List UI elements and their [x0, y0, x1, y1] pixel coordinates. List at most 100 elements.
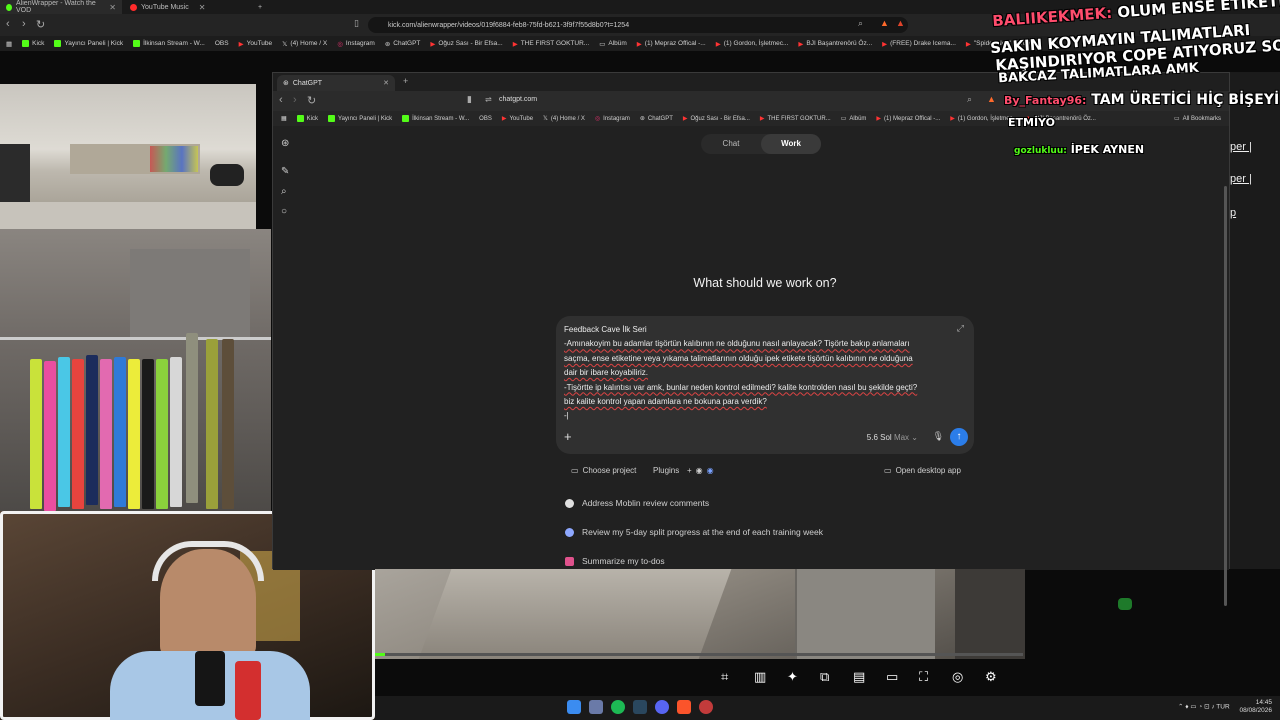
- apps-icon[interactable]: ▦: [6, 40, 12, 48]
- model-tier: Max: [893, 433, 910, 442]
- forward-icon[interactable]: ›: [22, 18, 26, 30]
- brave-rewards-icon[interactable]: ▲: [896, 18, 905, 28]
- bookmark-item[interactable]: Kick: [22, 40, 44, 47]
- bookmark-icon[interactable]: ▯: [354, 18, 359, 29]
- system-tray[interactable]: ⌃ ♦ ▭ ◔ ⊡ ♪ TUR 14:45 08/08/2026: [1178, 699, 1272, 715]
- discord-icon[interactable]: [655, 700, 669, 714]
- crop-icon[interactable]: ⌗: [721, 669, 728, 685]
- bookmark-item[interactable]: Kick: [296, 115, 318, 122]
- bookmark-item[interactable]: ◎ Instagram: [337, 40, 375, 48]
- bookmark-item[interactable]: 𝕏 (4) Home / X: [543, 115, 585, 123]
- prompt-input[interactable]: Feedback Cave İlk Seri -Amınakoyim bu ad…: [564, 323, 962, 424]
- tab-work[interactable]: Work: [761, 134, 821, 154]
- openai-logo-icon[interactable]: ⊛: [281, 138, 289, 149]
- brave-shield-icon[interactable]: ▲: [987, 94, 996, 104]
- background-link[interactable]: per |: [1230, 173, 1252, 185]
- bookmark-item[interactable]: ▶ (1) Mepraz Offical -...: [876, 115, 940, 123]
- bookmark-item[interactable]: ▶ THE FIRST GOKTUR...: [513, 40, 590, 48]
- scrollbar[interactable]: [1224, 186, 1227, 606]
- bookmark-item[interactable]: ▭ Albüm: [841, 115, 867, 123]
- background-link[interactable]: p: [1230, 207, 1236, 219]
- apps-icon[interactable]: ▦: [281, 115, 287, 122]
- steam-icon[interactable]: [633, 700, 647, 714]
- clip-icon[interactable]: ▤: [853, 669, 865, 685]
- zoom-icon[interactable]: ⌕: [967, 94, 972, 105]
- brave-shield-icon[interactable]: ▲: [880, 18, 889, 28]
- bookmark-item[interactable]: ▶ YouTube: [502, 115, 533, 123]
- bookmark-item[interactable]: ▶ THE FIRST GOKTUR...: [760, 115, 831, 123]
- plugins-button[interactable]: Plugins: [653, 466, 679, 475]
- bookmark-item[interactable]: ⊛ ChatGPT: [640, 115, 673, 123]
- windows-start-icon[interactable]: [567, 700, 581, 714]
- back-icon[interactable]: ‹: [6, 18, 10, 30]
- bookmark-item[interactable]: ▶ Oğuz Sası - Bir Efsa...: [430, 40, 502, 48]
- zoom-icon[interactable]: ⌕: [858, 18, 863, 29]
- fullscreen-icon[interactable]: ⛶: [919, 669, 928, 685]
- bookmark-item[interactable]: OBS: [215, 40, 229, 47]
- site-info-icon[interactable]: ⇌: [485, 95, 492, 104]
- sparkle-icon[interactable]: ✦: [787, 669, 798, 685]
- chat-bubble-icon[interactable]: ○: [281, 206, 287, 217]
- all-bookmarks[interactable]: ▭ All Bookmarks: [1174, 115, 1221, 123]
- gear-icon[interactable]: ⚙: [985, 669, 997, 685]
- expand-icon[interactable]: ⤢: [957, 323, 964, 334]
- chart-icon[interactable]: ▥: [754, 669, 766, 685]
- kick-chat-badge-icon[interactable]: [1118, 598, 1132, 610]
- url-field[interactable]: kick.com/alienwrapper/videos/019f6884-fe…: [368, 17, 908, 33]
- new-tab-button[interactable]: +: [403, 76, 408, 86]
- video-progress-bar[interactable]: [375, 653, 1023, 656]
- bookmark-icon[interactable]: ▮: [467, 94, 472, 105]
- bookmark-item[interactable]: ▶ (1) Mepraz Offical -...: [637, 40, 706, 48]
- new-tab-button[interactable]: +: [252, 0, 266, 14]
- input-language[interactable]: TUR: [1216, 704, 1229, 711]
- reload-icon[interactable]: ↻: [36, 18, 45, 31]
- tab-chatgpt[interactable]: ⊛ ChatGPT ✕: [277, 75, 395, 91]
- search-icon[interactable]: ⌕: [281, 186, 287, 197]
- bookmark-item[interactable]: ▶ YouTube: [239, 40, 273, 48]
- add-plugin-button[interactable]: + ◉ ◉: [687, 466, 714, 475]
- bookmark-item[interactable]: ▶ Oğuz Sası - Bir Efsa...: [683, 115, 750, 123]
- open-desktop-app-button[interactable]: ▭ Open desktop app: [884, 466, 961, 475]
- bookmark-item[interactable]: OBS: [479, 116, 492, 122]
- add-attachment-button[interactable]: +: [564, 429, 572, 444]
- close-icon[interactable]: ✕: [383, 79, 389, 87]
- bookmark-item[interactable]: ◎ Instagram: [595, 115, 630, 123]
- bookmark-item[interactable]: ▭ Albüm: [599, 40, 627, 48]
- back-icon[interactable]: ‹: [279, 94, 283, 106]
- close-icon[interactable]: ✕: [109, 3, 116, 12]
- bookmark-item[interactable]: ▶ (1) Gordon, İşletmec...: [716, 40, 789, 48]
- theater-mode-icon[interactable]: ▭: [886, 669, 898, 685]
- pip-icon[interactable]: ⧉: [820, 669, 829, 685]
- bookmark-item[interactable]: İlkinsan Stream - W...: [402, 115, 469, 122]
- suggestion-item[interactable]: Review my 5-day split progress at the en…: [565, 527, 823, 537]
- new-chat-icon[interactable]: ✎: [281, 166, 289, 177]
- brave-icon[interactable]: [677, 700, 691, 714]
- tab-kick-vod[interactable]: AlienWrapper - Watch the VOD ✕: [0, 0, 122, 14]
- model-selector[interactable]: 5.6 Sol Max ⌄: [867, 433, 918, 442]
- bookmark-item[interactable]: Yayıncı Paneli | Kick: [54, 40, 123, 47]
- task-view-icon[interactable]: [589, 700, 603, 714]
- choose-project-button[interactable]: ▭ Choose project: [571, 466, 636, 475]
- prompt-composer[interactable]: Feedback Cave İlk Seri -Amınakoyim bu ad…: [556, 316, 974, 454]
- bookmark-item[interactable]: 𝕏 (4) Home / X: [282, 40, 327, 48]
- spotify-icon[interactable]: [611, 700, 625, 714]
- bookmark-item[interactable]: ⊛ ChatGPT: [385, 40, 421, 48]
- bookmark-item[interactable]: ▶ BJI Başantrenörü Öz...: [798, 40, 872, 48]
- choose-project-label: Choose project: [582, 466, 637, 475]
- speed-icon[interactable]: ◎: [952, 669, 963, 685]
- close-icon[interactable]: ✕: [199, 3, 206, 12]
- bookmark-item[interactable]: İlkinsan Stream - W...: [133, 40, 205, 47]
- send-button[interactable]: ↑: [950, 428, 968, 446]
- reload-icon[interactable]: ↻: [307, 94, 316, 107]
- microphone-icon[interactable]: 🎙: [933, 431, 944, 442]
- bookmark-item[interactable]: ▶ (FREE) Drake Icema...: [882, 40, 956, 48]
- tab-youtube-music[interactable]: YouTube Music ✕: [124, 0, 252, 14]
- tab-chat[interactable]: Chat: [701, 134, 761, 154]
- url-text[interactable]: chatgpt.com: [499, 96, 537, 103]
- background-link[interactable]: per |: [1230, 141, 1252, 153]
- suggestion-item[interactable]: Summarize my to-dos: [565, 556, 665, 566]
- suggestion-item[interactable]: Address Moblin review comments: [565, 498, 709, 508]
- app-icon[interactable]: [699, 700, 713, 714]
- bookmark-item[interactable]: Yayıncı Paneli | Kick: [328, 115, 392, 122]
- forward-icon[interactable]: ›: [293, 94, 297, 106]
